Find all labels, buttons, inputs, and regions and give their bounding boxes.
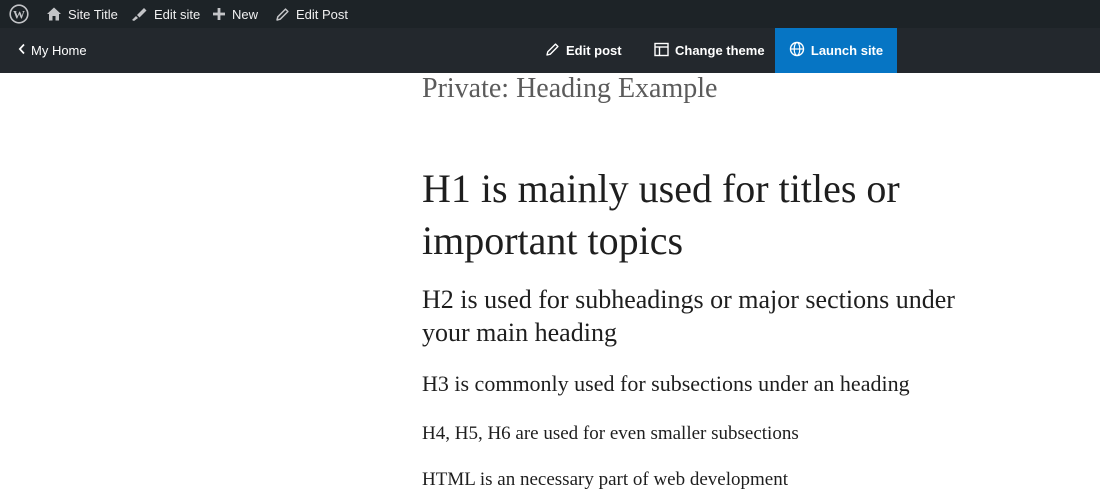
brush-icon [130, 6, 148, 22]
edit-post-link[interactable]: Edit Post [275, 0, 348, 28]
edit-post-button[interactable]: Edit post [545, 28, 622, 73]
plus-icon [212, 7, 226, 21]
site-toolbar: My Home Edit post Change theme Launch si… [0, 28, 1100, 73]
launch-site-label: Launch site [810, 43, 884, 58]
home-icon [46, 6, 62, 22]
heading-4: H4, H5, H6 are used for even smaller sub… [422, 423, 799, 444]
change-theme-label: Change theme [675, 43, 765, 58]
my-home-link[interactable]: My Home [18, 28, 87, 73]
change-theme-button[interactable]: Change theme [654, 28, 765, 73]
pencil-icon [545, 42, 560, 60]
new-label: New [232, 6, 259, 22]
layout-icon [654, 42, 669, 60]
my-home-label: My Home [31, 43, 87, 58]
edit-post-label: Edit Post [296, 6, 349, 22]
admin-bar: W Site Title Edit site New Edit Post [0, 0, 1100, 28]
post-title: Private: Heading Example [422, 73, 718, 104]
heading-3: H3 is commonly used for subsections unde… [422, 371, 910, 396]
edit-post-button-label: Edit post [566, 43, 622, 58]
site-title-label: Site Title [68, 6, 118, 22]
wordpress-logo-icon[interactable]: W [9, 0, 29, 28]
new-link[interactable]: New [212, 0, 258, 28]
pencil-icon [275, 7, 290, 22]
edit-site-link[interactable]: Edit site [130, 0, 200, 28]
edit-site-label: Edit site [154, 6, 201, 22]
launch-site-button[interactable]: Launch site [775, 28, 897, 73]
site-title-link[interactable]: Site Title [46, 0, 118, 28]
svg-text:W: W [13, 8, 25, 22]
paragraph: HTML is an necessary part of web develop… [422, 469, 788, 490]
heading-2: H2 is used for subheadings or major sect… [422, 285, 955, 347]
chevron-left-icon [18, 43, 26, 58]
heading-1: H1 is mainly used for titles or importan… [422, 166, 900, 263]
globe-icon [789, 41, 805, 60]
